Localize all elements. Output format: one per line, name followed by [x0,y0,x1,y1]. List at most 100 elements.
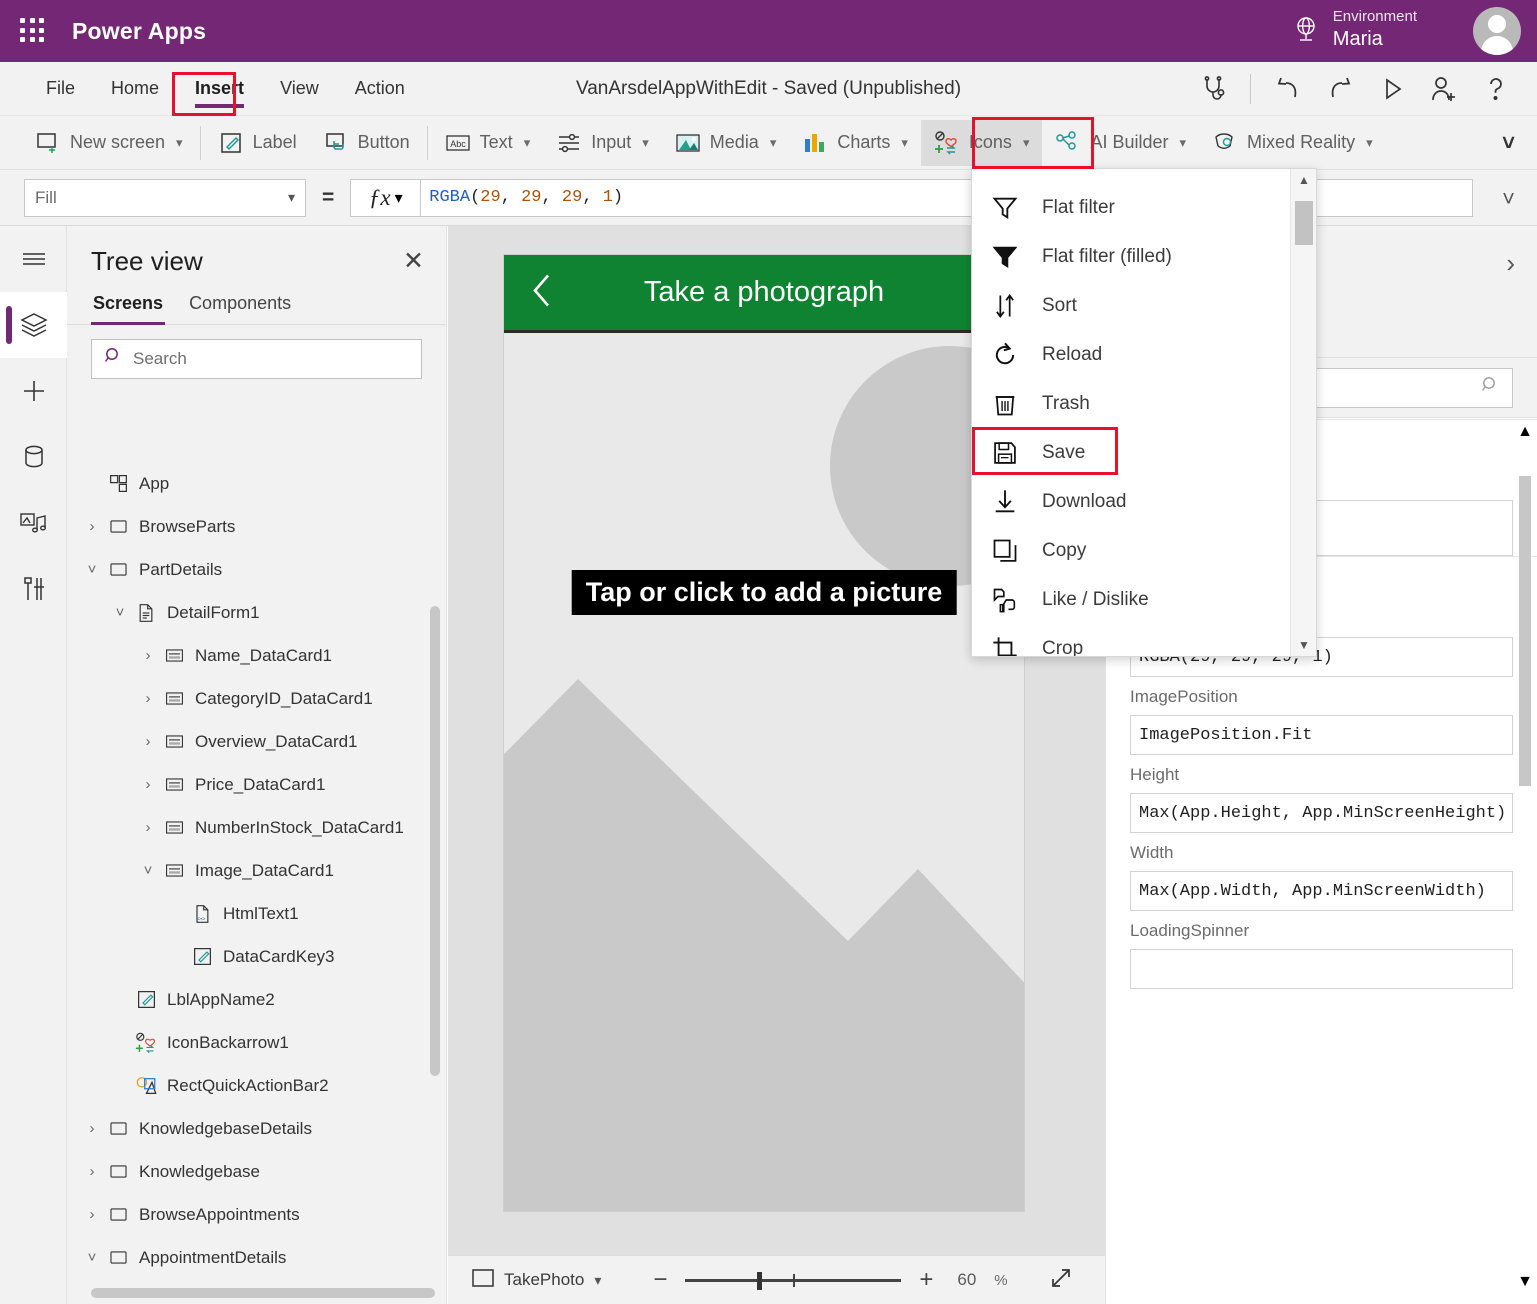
tree-node[interactable]: ˅ DetailForm1 [67,591,446,634]
menu-item-insert[interactable]: Insert [181,72,258,108]
ribbon-ai-builder[interactable]: AI Builder ▾ [1042,120,1199,166]
icons-menu-item[interactable]: Sort [972,281,1290,330]
tree-node[interactable]: App [67,462,446,505]
icons-menu-item[interactable]: Flat filter (filled) [972,232,1290,281]
chevron-right-icon[interactable]: › [137,819,159,836]
property-field-value[interactable]: Max(App.Width, App.MinScreenWidth) [1130,871,1513,911]
zoom-slider[interactable] [685,1270,902,1290]
menu-item-file[interactable]: File [32,72,89,105]
tree-vertical-scrollbar[interactable] [430,606,440,1076]
menu-item-action[interactable]: Action [341,72,419,105]
tree-search-input[interactable]: Search [91,339,422,379]
icons-menu-item[interactable]: Download [972,477,1290,526]
ribbon-input[interactable]: Input ▾ [543,120,662,166]
media-library-icon[interactable] [0,490,67,556]
tree-node[interactable]: › Name_DataCard1 [67,634,446,677]
app-checker-icon[interactable] [1190,68,1236,110]
hamburger-menu-icon[interactable] [0,226,67,292]
chevron-right-icon[interactable]: › [81,1206,103,1223]
chevron-down-icon[interactable]: ˅ [109,604,131,621]
property-field-value[interactable] [1130,949,1513,989]
tree-node[interactable]: ˅ Image_DataCard1 [67,849,446,892]
ribbon-icons[interactable]: Icons ▾ [920,119,1043,166]
tree-node[interactable]: › CategoryID_DataCard1 [67,677,446,720]
formula-expand-chevron-down-icon[interactable]: ˅ [1502,186,1515,212]
insert-plus-icon[interactable] [0,358,67,424]
icons-menu-list[interactable]: Flat filter Flat filter (filled) Sort Reloa… [972,169,1290,656]
icons-menu-item[interactable]: Like / Dislike [972,575,1290,624]
ribbon-text[interactable]: Abc Text ▾ [432,120,544,166]
tree-node[interactable]: › Price_DataCard1 [67,763,446,806]
ribbon-overflow-chevron-down-icon[interactable]: ˅ [1502,130,1515,156]
chevron-right-icon[interactable]: › [81,1120,103,1137]
chevron-right-icon[interactable]: › [1506,248,1515,279]
ribbon-new-screen[interactable]: New screen ▾ [22,120,196,166]
chevron-left-icon[interactable] [528,268,556,317]
redo-icon[interactable] [1317,68,1363,110]
chevron-down-icon[interactable]: ˅ [137,862,159,879]
tab-components[interactable]: Components [187,285,293,324]
tree-horizontal-scrollbar[interactable] [91,1288,435,1298]
chevron-right-icon[interactable]: › [137,690,159,707]
tree-node-list[interactable]: App › BrowseParts ˅ PartDetails ˅ DetailForm1 ›… [67,462,446,1278]
icons-menu-item[interactable]: Copy [972,526,1290,575]
ribbon-charts[interactable]: Charts ▾ [789,120,921,166]
properties-scroll-down-arrow-icon[interactable]: ▼ [1517,1272,1533,1292]
zoom-slider-thumb[interactable] [757,1272,763,1290]
tree-node[interactable]: › Knowledgebase [67,1150,446,1193]
icons-dropdown-menu[interactable]: Flat filter Flat filter (filled) Sort Reloa… [971,168,1317,657]
scroll-up-arrow-icon[interactable]: ▲ [1291,169,1316,191]
chevron-right-icon[interactable]: › [81,518,103,535]
preview-image-placeholder[interactable]: Tap or click to add a picture [504,336,1024,1211]
icons-menu-scroll-thumb[interactable] [1295,201,1313,245]
ribbon-media[interactable]: Media ▾ [662,120,790,166]
preview-play-icon[interactable] [1369,68,1415,110]
tree-node[interactable]: <•> HtmlText1 [67,892,446,935]
tree-node[interactable]: RectQuickActionBar2 [67,1064,446,1107]
tree-node[interactable]: DataCardKey3 [67,935,446,978]
icons-menu-item[interactable]: Flat filter [972,183,1290,232]
tree-node[interactable]: › KnowledgebaseDetails [67,1107,446,1150]
fit-to-screen-icon[interactable] [1048,1265,1074,1296]
tree-node[interactable]: › NumberInStock_DataCard1 [67,806,446,849]
undo-icon[interactable] [1265,68,1311,110]
tab-screens[interactable]: Screens [91,285,166,325]
property-select[interactable]: Fill ▾ [24,178,306,217]
tree-node[interactable]: › BrowseAppointments [67,1193,446,1236]
ribbon-button[interactable]: Button [310,120,423,166]
icons-menu-item[interactable]: Reload [972,330,1290,379]
chevron-right-icon[interactable]: › [137,733,159,750]
close-icon[interactable]: ✕ [403,249,424,274]
zoom-in-plus-icon[interactable]: + [915,1268,937,1292]
properties-vertical-scrollbar[interactable] [1519,476,1531,786]
tree-view-layers-icon[interactable] [0,292,67,358]
menu-item-home[interactable]: Home [97,72,173,105]
waffle-icon[interactable] [20,18,46,44]
property-field-value[interactable]: ImagePosition.Fit [1130,715,1513,755]
tree-node[interactable]: IconBackarrow1 [67,1021,446,1064]
icons-menu-item[interactable]: Trash [972,379,1290,428]
help-icon[interactable] [1473,68,1519,110]
menu-item-view[interactable]: View [266,72,333,105]
chevron-down-icon[interactable]: ˅ [81,1249,103,1266]
advanced-tools-icon[interactable] [0,556,67,622]
ribbon-label[interactable]: Label [205,120,310,166]
scroll-down-arrow-icon[interactable]: ▼ [1291,634,1316,656]
icons-menu-item[interactable]: Save [972,428,1290,477]
chevron-right-icon[interactable]: › [137,776,159,793]
icons-menu-item[interactable]: Crop [972,624,1290,656]
chevron-down-icon[interactable]: ˅ [81,561,103,578]
ribbon-mixed-reality[interactable]: Mixed Reality ▾ [1199,120,1386,166]
properties-scroll-up-arrow-icon[interactable]: ▲ [1517,422,1533,442]
environment-selector[interactable]: Environment Maria [1293,8,1417,52]
share-user-icon[interactable] [1421,68,1467,110]
user-avatar-icon[interactable] [1473,7,1521,55]
screen-preview[interactable]: Take a photograph Tap or click to add a … [503,254,1025,1212]
icons-menu-scrollbar[interactable]: ▲ ▼ [1290,169,1316,656]
tree-node[interactable]: › BrowseParts [67,505,446,548]
data-cylinder-icon[interactable] [0,424,67,490]
fx-button[interactable]: ƒx ▾ [350,178,421,217]
chevron-right-icon[interactable]: › [81,1163,103,1180]
tree-node[interactable]: ˅ PartDetails [67,548,446,591]
tree-node[interactable]: › Overview_DataCard1 [67,720,446,763]
